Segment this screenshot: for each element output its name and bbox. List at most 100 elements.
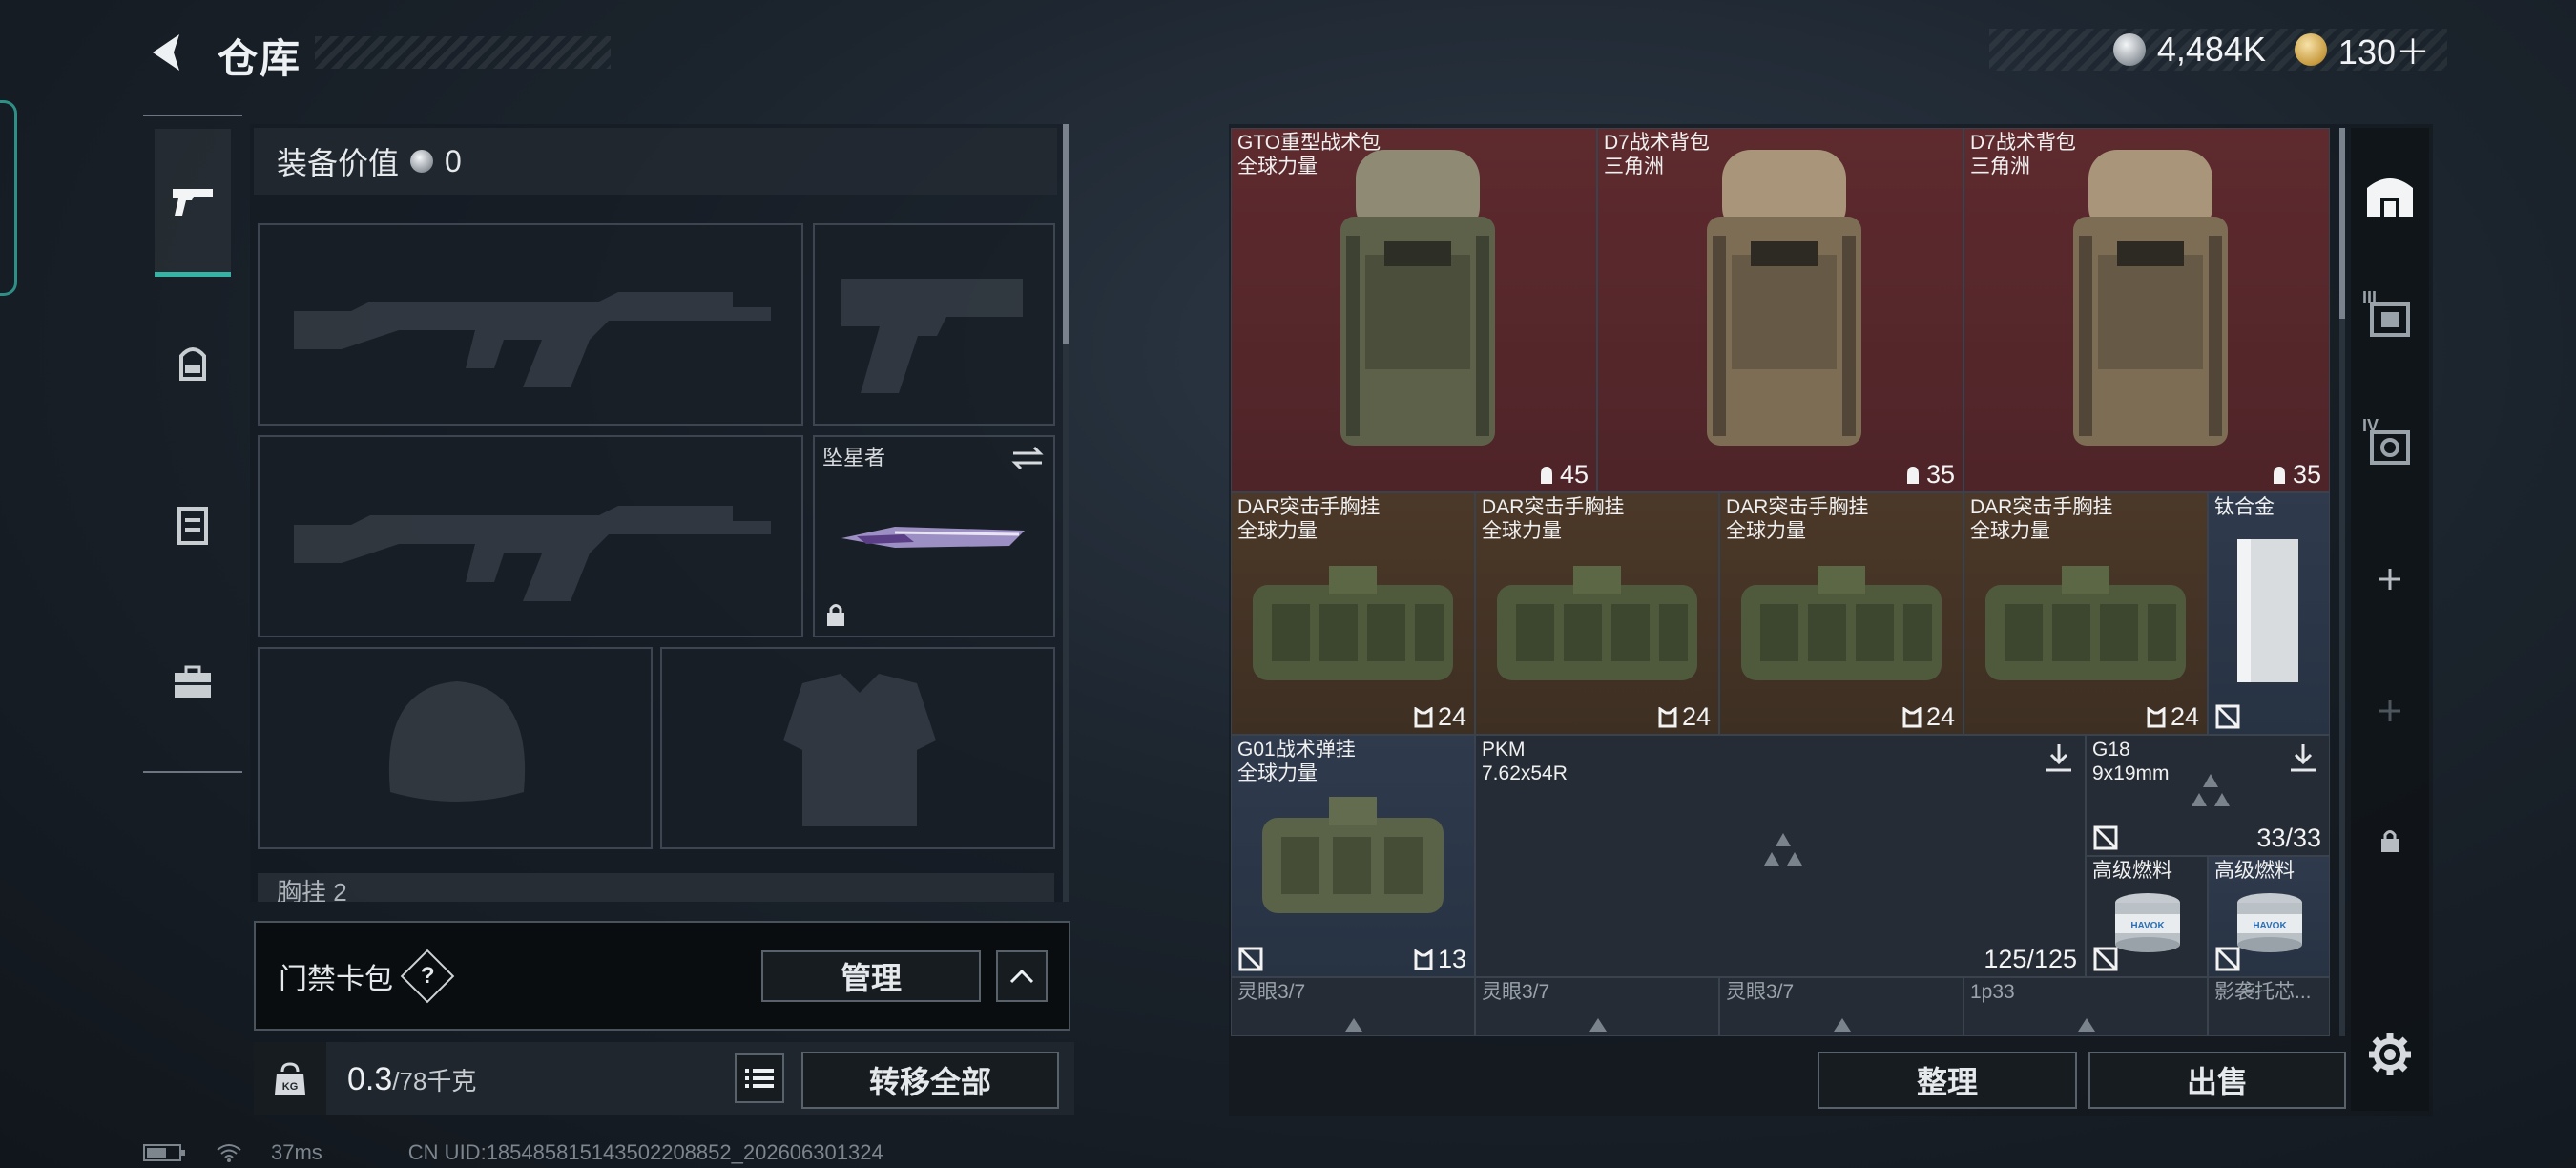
item-name: 高级燃料 bbox=[2214, 860, 2295, 882]
stash-item-titanium[interactable]: 钛合金 bbox=[2208, 492, 2330, 735]
no-insure-icon bbox=[1238, 947, 1263, 971]
item-sub-text: 全球力量 bbox=[1237, 520, 1318, 542]
back-button[interactable] bbox=[143, 29, 191, 76]
stash-scrollbar-thumb[interactable] bbox=[2339, 128, 2345, 319]
stash-item-fuel[interactable]: 高级燃料 HAVOK bbox=[2086, 856, 2208, 977]
loading-triangle-icon bbox=[1834, 1018, 1851, 1032]
plus-icon bbox=[2379, 700, 2400, 721]
svg-text:KG: KG bbox=[282, 1081, 299, 1093]
chest-rig-slot-header: 胸挂 2 bbox=[258, 873, 1054, 902]
plus-icon bbox=[2379, 569, 2400, 590]
item-name: 灵眼3/7 bbox=[1726, 981, 1795, 1003]
sidearm-slot[interactable] bbox=[813, 223, 1055, 426]
stash-page-4[interactable]: IV bbox=[2351, 405, 2429, 490]
item-name: 高级燃料 bbox=[2092, 860, 2172, 882]
loading-triangle-icon bbox=[1589, 1018, 1607, 1032]
sort-button[interactable]: 整理 bbox=[1818, 1052, 2077, 1109]
stash-item-dar-rig[interactable]: DAR突击手胸挂 全球力量 24 bbox=[1475, 492, 1719, 735]
locked-stash-page[interactable] bbox=[2351, 798, 2429, 884]
settings-button[interactable] bbox=[2351, 1012, 2429, 1097]
item-name: G01战术弹挂 全球力量 bbox=[1237, 738, 1356, 785]
item-name: DAR突击手胸挂 全球力量 bbox=[1970, 495, 2112, 543]
item-count-text: 125/125 bbox=[1984, 945, 2077, 973]
backpack-icon bbox=[1707, 150, 1861, 446]
download-icon[interactable] bbox=[2287, 741, 2319, 774]
stash-page-main[interactable] bbox=[2351, 151, 2429, 237]
item-sub-text: 全球力量 bbox=[1237, 762, 1318, 784]
stash-item-row5[interactable]: 灵眼3/7 bbox=[1475, 977, 1719, 1036]
stash-item-row5[interactable]: 1p33 bbox=[1963, 977, 2208, 1036]
tab-armor[interactable] bbox=[155, 487, 231, 563]
page-roman-4: IV bbox=[2362, 416, 2379, 435]
transfer-all-button[interactable]: 转移全部 bbox=[801, 1052, 1059, 1109]
stash-item-g18-ammo[interactable]: G18 9x19mm 33/33 bbox=[2086, 735, 2330, 856]
stash-item-dar-rig[interactable]: DAR突击手胸挂 全球力量 24 bbox=[1231, 492, 1475, 735]
no-insure-icon bbox=[2093, 947, 2118, 971]
backpack-icon bbox=[2073, 150, 2228, 446]
sell-button[interactable]: 出售 bbox=[2088, 1052, 2346, 1109]
tab-helmet[interactable] bbox=[155, 324, 231, 401]
loading-triangle-icon bbox=[2192, 774, 2230, 806]
stash-item-dar-rig[interactable]: DAR突击手胸挂 全球力量 24 bbox=[1963, 492, 2208, 735]
list-view-button[interactable] bbox=[735, 1053, 784, 1103]
primary-weapon-slot[interactable] bbox=[258, 223, 803, 426]
item-sub-text: 9x19mm bbox=[2092, 762, 2170, 784]
side-drawer-handle[interactable] bbox=[0, 100, 17, 296]
download-icon[interactable] bbox=[2043, 741, 2075, 774]
stash-item-d7-pack[interactable]: D7战术背包 三角洲 35 bbox=[1597, 128, 1963, 492]
item-count-text: 24 bbox=[1437, 702, 1466, 731]
rifle-silhouette-icon bbox=[294, 292, 771, 387]
stash-item-d7-pack[interactable]: D7战术背包 三角洲 35 bbox=[1963, 128, 2330, 492]
stash-item-gto-pack[interactable]: GTO重型战术包 全球力量 45 bbox=[1231, 128, 1597, 492]
silver-currency-value: 4,484K bbox=[2156, 30, 2266, 69]
stash-item-fuel[interactable]: 高级燃料 HAVOK bbox=[2208, 856, 2330, 977]
melee-slot[interactable]: 坠星者 bbox=[813, 435, 1055, 637]
add-stash-page-button-disabled[interactable] bbox=[2351, 668, 2429, 754]
rig-capacity-icon bbox=[1414, 949, 1433, 970]
item-count-text: 33/33 bbox=[2256, 824, 2321, 852]
melee-slot-label: 坠星者 bbox=[822, 446, 886, 469]
item-count-text: 13 bbox=[1437, 945, 1466, 973]
fuel-can-icon: HAVOK bbox=[2115, 893, 2180, 952]
lock-icon bbox=[2381, 830, 2399, 852]
carry-weight-max: /78千克 bbox=[392, 1067, 477, 1095]
stash-item-dar-rig[interactable]: DAR突击手胸挂 全球力量 24 bbox=[1719, 492, 1963, 735]
item-count: 24 bbox=[1413, 702, 1466, 732]
chest-rig-icon bbox=[1253, 566, 1453, 680]
stash-item-row5[interactable]: 灵眼3/7 bbox=[1719, 977, 1963, 1036]
item-count-text: 24 bbox=[1925, 702, 1955, 731]
swap-arrows-icon[interactable] bbox=[1011, 445, 1044, 471]
help-button[interactable]: ? bbox=[400, 949, 455, 1003]
stash-page-3[interactable]: III bbox=[2351, 277, 2429, 363]
loading-triangle-icon bbox=[2078, 1018, 2095, 1032]
stash-item-row5[interactable]: 影袭托芯... bbox=[2208, 977, 2330, 1036]
item-count-text: 35 bbox=[2292, 460, 2321, 489]
equipment-scrollbar-thumb[interactable] bbox=[1063, 124, 1069, 344]
stash-item-g01-rig[interactable]: G01战术弹挂 全球力量 13 bbox=[1231, 735, 1475, 977]
add-stash-page-button[interactable] bbox=[2351, 536, 2429, 622]
tab-weapons[interactable] bbox=[155, 129, 231, 277]
helmet-slot[interactable] bbox=[258, 647, 653, 849]
helmet-icon bbox=[179, 347, 206, 381]
stash-item-row5[interactable]: 灵眼3/7 bbox=[1231, 977, 1475, 1036]
armor-slot[interactable] bbox=[660, 647, 1055, 849]
vest-icon bbox=[177, 507, 208, 545]
item-name: 1p33 bbox=[1970, 981, 2015, 1003]
secondary-weapon-slot[interactable] bbox=[258, 435, 803, 637]
item-name: 钛合金 bbox=[2214, 496, 2275, 518]
item-name-text: PKM bbox=[1482, 739, 1526, 761]
manage-button[interactable]: 管理 bbox=[761, 950, 981, 1002]
tab-case[interactable] bbox=[155, 644, 231, 720]
backpack-icon bbox=[1340, 150, 1495, 446]
carry-weight: 0.3/78千克 bbox=[347, 1061, 476, 1098]
stash-item-pkm-ammo[interactable]: PKM 7.62x54R 125/125 bbox=[1475, 735, 2086, 977]
keycard-bag-label: 门禁卡包 bbox=[279, 963, 393, 995]
rig-capacity-icon bbox=[1902, 706, 1922, 727]
lock-icon bbox=[827, 604, 844, 626]
item-count: 33/33 bbox=[2256, 824, 2321, 853]
wifi-icon bbox=[217, 1144, 241, 1162]
gold-currency-value[interactable]: 130＋ bbox=[2338, 25, 2430, 74]
pistol-silhouette-icon bbox=[841, 279, 1023, 393]
item-count: 24 bbox=[1901, 702, 1955, 732]
collapse-button[interactable] bbox=[996, 950, 1048, 1002]
